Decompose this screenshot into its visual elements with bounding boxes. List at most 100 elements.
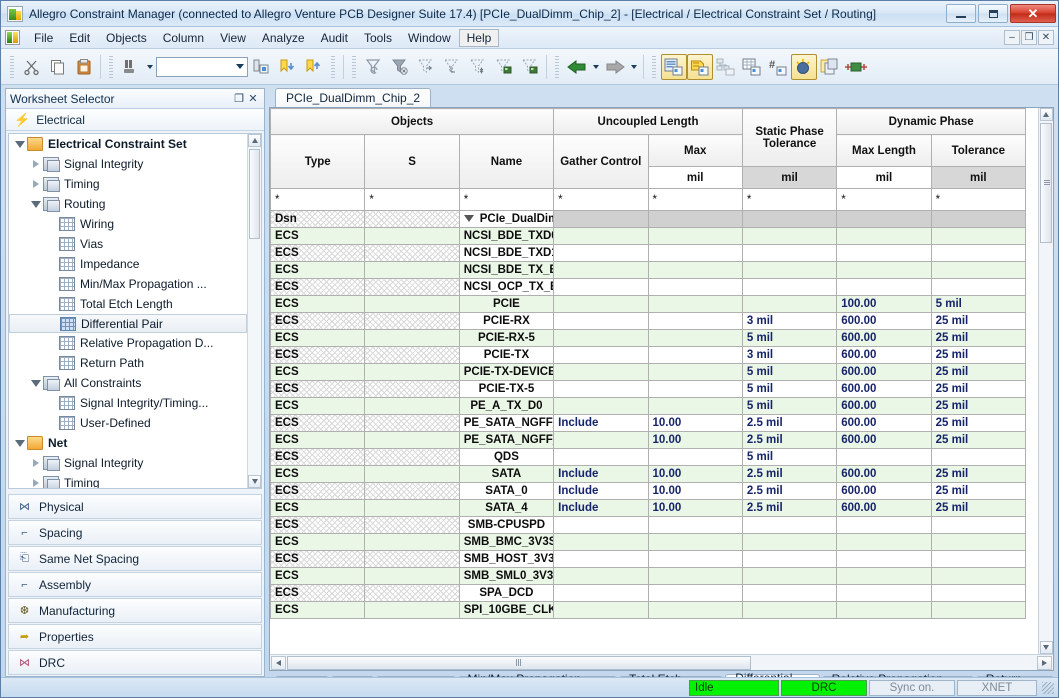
cell-dmax[interactable]	[836, 261, 932, 279]
toolbar-grip-5[interactable]	[555, 55, 559, 78]
filter-cell-s[interactable]: *	[364, 188, 460, 211]
filter-row[interactable]: * * * * * * * *	[270, 188, 1027, 211]
table-row[interactable]: ECS PCIE-TX 3 mil 600.00 25 mil	[270, 346, 1027, 364]
bookmark-prev-icon[interactable]	[300, 54, 326, 80]
filter-cell-spt[interactable]: *	[741, 188, 838, 211]
toolbar-grip-6[interactable]	[652, 55, 656, 78]
cell-dmax[interactable]	[836, 601, 932, 619]
float-icon[interactable]: ❐	[232, 92, 246, 106]
menu-analyze[interactable]: Analyze	[254, 29, 313, 47]
cell-type[interactable]: ECS	[270, 584, 366, 602]
cell-s[interactable]	[364, 601, 460, 619]
cell-max[interactable]	[647, 567, 743, 585]
cell-s[interactable]	[364, 533, 460, 551]
grid-scroll-down-button[interactable]	[1039, 641, 1053, 654]
cell-type[interactable]: Dsn	[270, 210, 366, 228]
tree-item-total-etch-length[interactable]: Total Etch Length	[9, 294, 247, 314]
toolbar-grip-3[interactable]	[331, 55, 335, 78]
mdi-close-button[interactable]: ✕	[1038, 30, 1054, 45]
cell-type[interactable]: ECS	[270, 227, 366, 245]
cell-dtol[interactable]	[930, 601, 1027, 619]
cell-s[interactable]	[364, 584, 460, 602]
category-assembly[interactable]: ⌐ Assembly	[8, 572, 262, 597]
cell-dmax[interactable]: 600.00	[836, 380, 932, 398]
group-header-uncoupled-length[interactable]: Uncoupled Length	[553, 108, 743, 135]
chevron-down-icon[interactable]	[463, 215, 474, 223]
menu-view[interactable]: View	[212, 29, 254, 47]
cell-name[interactable]: NCSI_BDE_TXD0	[458, 227, 555, 245]
cell-max[interactable]	[647, 261, 743, 279]
resize-grip[interactable]	[1042, 681, 1054, 694]
cell-type[interactable]: ECS	[270, 397, 366, 415]
cell-spt[interactable]: 5 mil	[741, 380, 838, 398]
cell-gather[interactable]	[553, 601, 649, 619]
chevron-right-icon[interactable]	[29, 459, 43, 467]
cell-name[interactable]: PCIE	[458, 295, 555, 313]
cell-name[interactable]: PCIE-RX	[458, 312, 555, 330]
menu-window[interactable]: Window	[400, 29, 459, 47]
chevron-down-icon[interactable]	[13, 140, 27, 148]
cell-name[interactable]: SATA	[458, 465, 555, 483]
grid-vertical-scrollbar[interactable]	[1038, 108, 1053, 654]
toolbar-grip-4[interactable]	[352, 55, 356, 78]
cell-gather[interactable]	[553, 227, 649, 245]
cell-gather[interactable]	[553, 261, 649, 279]
cell-name[interactable]: QDS	[458, 448, 555, 466]
cell-name[interactable]: SMB_HOST_3V3SB_D...	[458, 550, 555, 568]
cell-gather[interactable]	[553, 210, 649, 228]
chevron-down-icon[interactable]	[29, 200, 43, 208]
tree-item-return-path[interactable]: Return Path	[9, 353, 247, 373]
cell-dmax[interactable]	[836, 448, 932, 466]
cell-spt[interactable]: 5 mil	[741, 397, 838, 415]
cell-s[interactable]	[364, 346, 460, 364]
filter-star-icon[interactable]	[465, 54, 491, 80]
cell-spt[interactable]	[741, 584, 838, 602]
cell-max[interactable]: 10.00	[647, 431, 743, 449]
cell-dmax[interactable]	[836, 244, 932, 262]
table-row[interactable]: ECS SMB-CPUSPD	[270, 516, 1027, 534]
tree-item-routing[interactable]: Routing	[9, 194, 247, 214]
highlight-icon[interactable]	[791, 53, 817, 80]
menu-objects[interactable]: Objects	[98, 29, 155, 47]
cell-gather[interactable]	[553, 346, 649, 364]
category-manufacturing[interactable]: ❆ Manufacturing	[8, 598, 262, 623]
cell-type[interactable]: ECS	[270, 346, 366, 364]
cell-spt[interactable]: 2.5 mil	[741, 499, 838, 517]
cell-s[interactable]	[364, 380, 460, 398]
cell-dmax[interactable]: 600.00	[836, 414, 932, 432]
tree-scroll-down-button[interactable]	[248, 475, 261, 488]
cell-max[interactable]	[647, 363, 743, 381]
grid-scroll-right-button[interactable]	[1037, 655, 1052, 670]
menu-edit[interactable]: Edit	[61, 29, 98, 47]
status-xnet[interactable]: XNET	[957, 679, 1037, 696]
cell-s[interactable]	[364, 210, 460, 228]
cell-spt[interactable]: 2.5 mil	[741, 482, 838, 500]
cell-type[interactable]: ECS	[270, 533, 366, 551]
cell-gather[interactable]	[553, 380, 649, 398]
cell-max[interactable]	[647, 380, 743, 398]
table-row[interactable]: ECS PCIE-RX-5 5 mil 600.00 25 mil	[270, 329, 1027, 347]
cell-name[interactable]: SMB-CPUSPD	[458, 516, 555, 534]
tree-item-relative-propagation-d[interactable]: Relative Propagation D...	[9, 333, 247, 353]
status-drc[interactable]: DRC	[781, 679, 867, 696]
cell-spt[interactable]	[741, 533, 838, 551]
filter-apply-icon[interactable]	[491, 54, 517, 80]
tree-item-wiring[interactable]: Wiring	[9, 214, 247, 234]
table-row[interactable]: ECS SATA Include 10.00 2.5 mil 600.00 25 mil	[270, 465, 1027, 483]
cell-max[interactable]: 10.00	[647, 499, 743, 517]
cell-name[interactable]: PCIE-TX-DEVICE	[458, 363, 555, 381]
cell-name[interactable]: PCIe_DualDimm_Chip_2	[458, 210, 555, 228]
cell-dtol[interactable]: 25 mil	[930, 431, 1027, 449]
cell-max[interactable]: 10.00	[647, 414, 743, 432]
cell-dtol[interactable]	[930, 448, 1027, 466]
tree-item-net[interactable]: Net	[9, 433, 247, 453]
cell-dtol[interactable]: 25 mil	[930, 329, 1027, 347]
filter-cell-max[interactable]: *	[647, 188, 743, 211]
column-header-dtol[interactable]: Tolerance	[930, 134, 1027, 167]
tree-item-timing[interactable]: Timing	[9, 473, 247, 488]
cell-s[interactable]	[364, 397, 460, 415]
cell-type[interactable]: ECS	[270, 380, 366, 398]
cell-dmax[interactable]	[836, 227, 932, 245]
cell-dmax[interactable]: 600.00	[836, 329, 932, 347]
cell-dmax[interactable]: 600.00	[836, 363, 932, 381]
